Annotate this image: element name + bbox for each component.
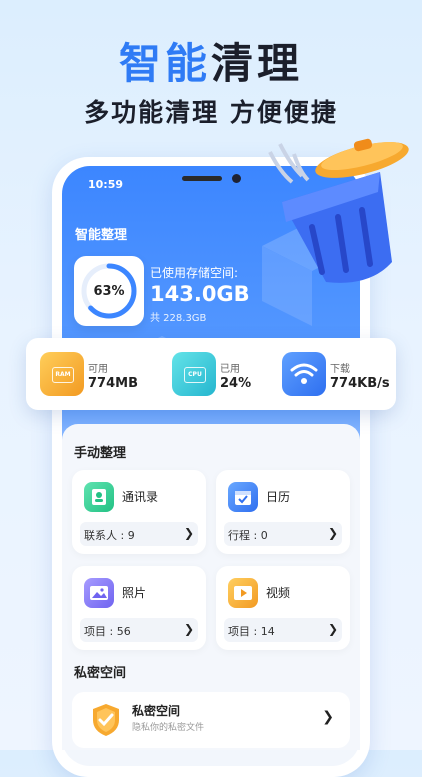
stat-ram-label: 可用 [88, 364, 108, 375]
cpu-icon: CPU [172, 352, 216, 396]
storage-used-value: 143.0GB [150, 282, 250, 306]
app-title: 智能整理 [75, 228, 128, 243]
shield-check-icon [93, 704, 119, 736]
stat-network-label: 下载 [330, 364, 350, 375]
stat-ram-value: 774MB [88, 376, 138, 391]
storage-ring[interactable]: 63% [74, 256, 144, 326]
photos-icon [84, 578, 114, 608]
card-video-title: 视频 [266, 586, 291, 600]
private-section-title: 私密空间 [74, 666, 127, 681]
card-calendar-title: 日历 [266, 490, 291, 504]
ram-icon: RAM [40, 352, 84, 396]
private-space-subtitle: 隐私你的私密文件 [132, 723, 205, 733]
chevron-right-icon: ❯ [183, 622, 194, 636]
card-photos[interactable]: 照片 项目 : 56 ❯ [72, 566, 206, 650]
card-photos-info: 项目 : 56 [84, 625, 131, 638]
hero-title-rest: 清理 [211, 39, 304, 88]
stat-network-value: 774KB/s [330, 376, 390, 391]
stats-card: RAM 可用 774MB CPU 已用 24% 下载 774KB/s [26, 338, 396, 410]
chevron-right-icon: ❯ [327, 622, 338, 636]
card-video-info: 项目 : 14 [228, 625, 275, 638]
card-contacts[interactable]: 通讯录 联系人 : 9 ❯ [72, 470, 206, 554]
manual-section-title: 手动整理 [74, 446, 127, 461]
contacts-icon [84, 482, 114, 512]
hero-title: 智能清理 [0, 30, 422, 91]
hero-title-accent: 智能 [118, 39, 211, 88]
chevron-right-icon: ❯ [183, 526, 194, 540]
video-icon [228, 578, 258, 608]
card-contacts-info: 联系人 : 9 [84, 529, 135, 542]
manual-panel: 手动整理 通讯录 联系人 : 9 ❯ 日历 行程 : 0 ❯ 照片 项目 : 5… [62, 424, 360, 750]
speaker [182, 176, 222, 181]
storage-used-label: 已使用存储空间: [150, 266, 239, 280]
storage-total: 共 228.3GB [150, 313, 207, 324]
stat-cpu-value: 24% [220, 376, 252, 391]
status-time: 10:59 [88, 178, 124, 191]
calendar-icon [228, 482, 258, 512]
card-calendar-info: 行程 : 0 [228, 529, 268, 542]
cpu-chip-label: CPU [184, 367, 206, 383]
hero-subtitle: 多功能清理 方便便捷 [84, 98, 338, 127]
card-calendar[interactable]: 日历 行程 : 0 ❯ [216, 470, 350, 554]
camera [232, 174, 241, 183]
chevron-right-icon: ❯ [327, 526, 338, 540]
wifi-icon [282, 352, 326, 396]
trash-can-illustration [268, 138, 409, 283]
storage-percent: 63% [93, 284, 125, 299]
card-video[interactable]: 视频 项目 : 14 ❯ [216, 566, 350, 650]
private-space-row[interactable]: 私密空间 隐私你的私密文件 ❯ [72, 692, 350, 748]
card-contacts-title: 通讯录 [122, 490, 159, 504]
private-space-title: 私密空间 [132, 704, 181, 718]
card-photos-title: 照片 [122, 586, 147, 600]
ram-chip-label: RAM [52, 367, 74, 383]
stat-cpu-label: 已用 [220, 364, 240, 375]
chevron-right-icon: ❯ [322, 709, 334, 725]
